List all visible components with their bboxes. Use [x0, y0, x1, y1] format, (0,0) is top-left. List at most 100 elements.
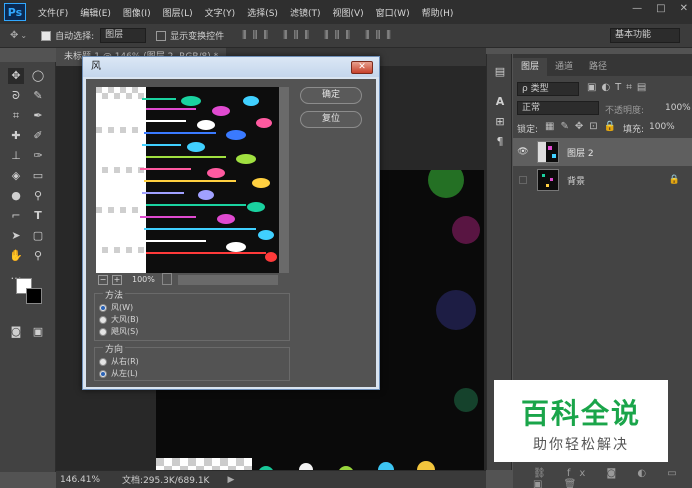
- panel-tabs: 图层 通道 路径: [513, 54, 692, 76]
- menu-layer[interactable]: 图层(L): [157, 6, 199, 19]
- properties-panel-icon[interactable]: ⊞: [492, 114, 508, 130]
- layer-row-background[interactable]: 背景 🔒: [513, 166, 692, 194]
- character-panel-icon[interactable]: A: [492, 94, 508, 110]
- eye-icon[interactable]: 👁: [513, 147, 533, 157]
- zoom-out-button[interactable]: −: [98, 275, 108, 285]
- method-blast-option[interactable]: 大风(B): [99, 314, 139, 325]
- eraser-tool-icon[interactable]: ◈: [8, 168, 24, 184]
- blend-mode-dropdown[interactable]: 正常: [517, 101, 599, 115]
- menu-type[interactable]: 文字(Y): [199, 6, 242, 19]
- radio-label: 从右(R): [111, 357, 139, 366]
- layer-bottom-icons[interactable]: ⛓ fx ◙ ◐ ▭ ▣ 🗑: [533, 468, 692, 488]
- stamp-tool-icon[interactable]: ⊥: [8, 148, 24, 164]
- layer-name[interactable]: 背景: [567, 174, 585, 187]
- tab-layers[interactable]: 图层: [513, 58, 548, 76]
- preview-vertical-scrollbar[interactable]: [279, 87, 289, 273]
- fill-value[interactable]: 100%: [649, 122, 675, 132]
- history-panel-icon[interactable]: ▤: [492, 64, 508, 80]
- workspace-dropdown[interactable]: 基本功能: [610, 28, 680, 43]
- menu-image[interactable]: 图像(I): [117, 6, 157, 19]
- direction-group: 方向 从右(R) 从左(L): [94, 342, 290, 381]
- tab-channels[interactable]: 通道: [547, 58, 581, 76]
- chevron-down-icon[interactable]: ⌄: [20, 31, 27, 40]
- opacity-value[interactable]: 100%: [665, 103, 691, 113]
- direction-left-option[interactable]: 从左(L): [99, 368, 138, 379]
- shape-tool-icon[interactable]: ▢: [30, 228, 46, 244]
- layer-filter-dropdown[interactable]: ρ 类型: [517, 82, 579, 96]
- radio-stagger[interactable]: [99, 327, 107, 336]
- dodge-tool-icon[interactable]: ⚲: [30, 188, 46, 204]
- blur-tool-icon[interactable]: ●: [8, 188, 24, 204]
- menu-select[interactable]: 选择(S): [241, 6, 284, 19]
- healing-tool-icon[interactable]: ✚: [8, 128, 24, 144]
- radio-label: 风(W): [111, 303, 134, 312]
- paragraph-panel-icon[interactable]: ¶: [492, 134, 508, 150]
- radio-from-left[interactable]: [99, 369, 107, 378]
- menu-edit[interactable]: 编辑(E): [74, 6, 117, 19]
- lasso-tool-icon[interactable]: ᘐ: [8, 88, 24, 104]
- auto-select-label: 自动选择:: [55, 32, 95, 42]
- ok-button[interactable]: 确定: [300, 87, 362, 104]
- move-tool-icon[interactable]: ✥: [8, 68, 24, 84]
- show-transform-checkbox[interactable]: [156, 30, 167, 41]
- menu-file[interactable]: 文件(F): [32, 6, 74, 19]
- reset-button[interactable]: 复位: [300, 111, 362, 128]
- radio-from-right[interactable]: [99, 357, 107, 366]
- auto-select-checkbox[interactable]: [41, 30, 52, 41]
- maximize-button[interactable]: □: [656, 3, 665, 14]
- status-arrow-icon[interactable]: ▶: [227, 475, 234, 485]
- menu-filter[interactable]: 滤镜(T): [284, 6, 327, 19]
- crop-tool-icon[interactable]: ⌗: [8, 108, 24, 124]
- direction-right-option[interactable]: 从右(R): [99, 356, 139, 367]
- method-stagger-option[interactable]: 飓风(S): [99, 326, 138, 337]
- radio-wind[interactable]: [99, 303, 107, 312]
- visibility-toggle[interactable]: [513, 176, 533, 184]
- filter-preview[interactable]: [96, 87, 279, 273]
- options-bar: ✥ ⌄ 自动选择: 图层 显示变换控件 ⫼⫼⫼ ⫼⫼⫼ ⫼⫼⫼ ⫼⫼⫼ 基本功能: [0, 24, 692, 48]
- close-window-button[interactable]: ✕: [680, 3, 688, 14]
- preview-image: [96, 87, 279, 273]
- brush-tool-icon[interactable]: ✐: [30, 128, 46, 144]
- tools-panel: ✥ ◯ ᘐ ✎ ⌗ ✒ ✚ ✐ ⊥ ✑ ◈ ▭ ● ⚲ ⌐ T ➤ ▢ ✋ ⚲ …: [0, 62, 56, 472]
- zoom-readout[interactable]: 146.41%: [60, 475, 100, 485]
- preview-horizontal-scrollbar[interactable]: [178, 275, 278, 285]
- layer-row-layer2[interactable]: 👁 图层 2: [513, 138, 692, 166]
- wind-filter-dialog: 风 ✕ − + 100% 确定 复位 方法 风(W) 大风(B) 飓风(S) 方…: [82, 56, 380, 390]
- pen-tool-icon[interactable]: ⌐: [8, 208, 24, 224]
- lock-icons[interactable]: ▦✎✥⊡🔒: [545, 121, 622, 132]
- align-icons[interactable]: ⫼⫼⫼ ⫼⫼⫼ ⫼⫼⫼ ⫼⫼⫼: [242, 30, 397, 41]
- photoshop-logo: Ps: [4, 3, 26, 21]
- method-wind-option[interactable]: 风(W): [99, 302, 133, 313]
- history-brush-tool-icon[interactable]: ✑: [30, 148, 46, 164]
- filter-icons[interactable]: ▣◐T⌗▤: [587, 82, 651, 93]
- menu-view[interactable]: 视图(V): [326, 6, 369, 19]
- layer-name[interactable]: 图层 2: [567, 146, 594, 159]
- path-select-tool-icon[interactable]: ➤: [8, 228, 24, 244]
- dialog-body: − + 100% 确定 复位 方法 风(W) 大风(B) 飓风(S) 方向 从右…: [86, 79, 376, 387]
- gradient-tool-icon[interactable]: ▭: [30, 168, 46, 184]
- hand-tool-icon[interactable]: ✋: [8, 248, 24, 264]
- eyedropper-tool-icon[interactable]: ✒: [30, 108, 46, 124]
- move-tool-icon[interactable]: ✥: [10, 30, 18, 41]
- minimize-button[interactable]: —: [632, 3, 642, 14]
- radio-label: 飓风(S): [111, 327, 139, 336]
- auto-select-dropdown[interactable]: 图层: [100, 28, 147, 43]
- screen-mode-icon[interactable]: ▣: [30, 324, 46, 340]
- watermark: 百科全说 助你轻松解决: [494, 380, 668, 462]
- background-color-swatch[interactable]: [26, 288, 42, 304]
- radio-blast[interactable]: [99, 315, 107, 324]
- zoom-tool-icon[interactable]: ⚲: [30, 248, 46, 264]
- zoom-dropdown[interactable]: [162, 273, 172, 285]
- menu-window[interactable]: 窗口(W): [370, 6, 416, 19]
- menu-help[interactable]: 帮助(H): [416, 6, 460, 19]
- radio-label: 从左(L): [111, 369, 138, 378]
- watermark-subtitle: 助你轻松解决: [533, 437, 629, 453]
- marquee-tool-icon[interactable]: ◯: [30, 68, 46, 84]
- tab-paths[interactable]: 路径: [581, 58, 615, 76]
- lock-label: 锁定:: [517, 125, 539, 135]
- zoom-in-button[interactable]: +: [112, 275, 122, 285]
- quick-select-tool-icon[interactable]: ✎: [30, 88, 46, 104]
- type-tool-icon[interactable]: T: [30, 208, 46, 224]
- dialog-close-button[interactable]: ✕: [351, 61, 373, 74]
- quick-mask-icon[interactable]: ◙: [8, 324, 24, 340]
